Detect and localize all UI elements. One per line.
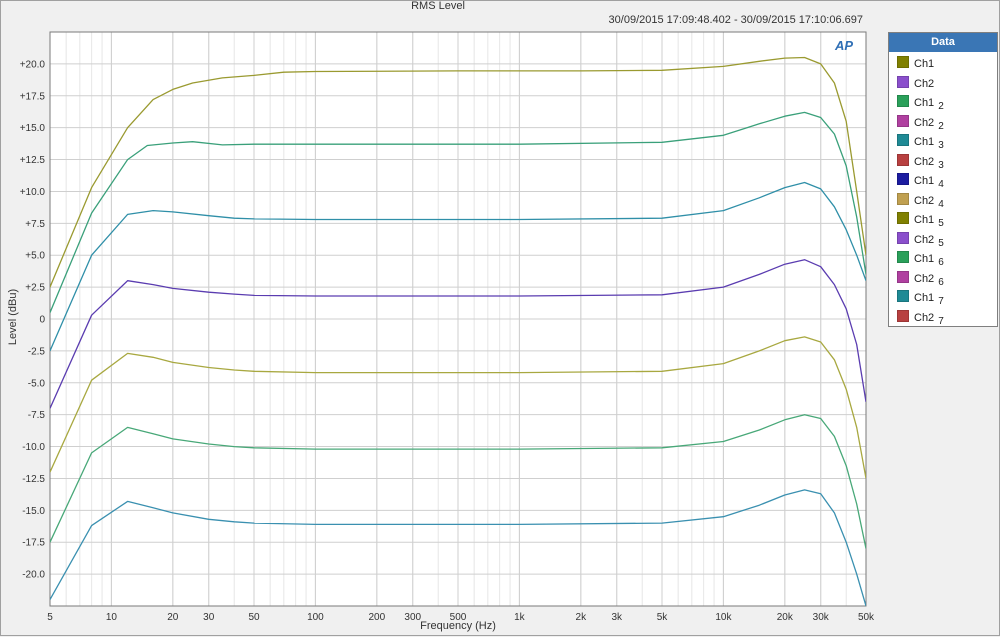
legend-swatch bbox=[897, 231, 909, 244]
legend-header[interactable]: Data bbox=[889, 33, 997, 52]
legend-item[interactable]: Ch2 3 bbox=[897, 153, 944, 171]
legend-item[interactable]: Ch2 7 bbox=[897, 309, 944, 327]
legend-label: Ch1 bbox=[914, 97, 935, 109]
legend-swatch bbox=[897, 290, 909, 302]
legend-label: Ch1 bbox=[914, 253, 935, 265]
legend-item[interactable]: Ch1 6 bbox=[897, 251, 944, 268]
legend-subscript: 6 bbox=[938, 276, 944, 288]
legend-label: Ch1 bbox=[914, 175, 935, 187]
legend-swatch bbox=[897, 270, 909, 283]
legend-label: Ch2 bbox=[914, 194, 935, 207]
legend-label: Ch1 bbox=[914, 214, 935, 226]
legend-subscript: 4 bbox=[938, 198, 944, 210]
y-tick-label: -7.5 bbox=[28, 410, 46, 421]
y-axis-label: Level (dBu) bbox=[7, 288, 19, 346]
y-tick-label: -12.5 bbox=[22, 474, 45, 485]
legend-swatch bbox=[897, 153, 909, 166]
ap-logo-icon: AP bbox=[835, 38, 854, 53]
legend-item[interactable]: Ch2 bbox=[897, 75, 935, 90]
legend-subscript: 7 bbox=[938, 296, 944, 307]
legend-swatch bbox=[897, 251, 909, 263]
legend-item[interactable]: Ch1 2 bbox=[897, 95, 944, 112]
legend-item[interactable]: Ch2 4 bbox=[897, 192, 944, 210]
legend-label: Ch2 bbox=[914, 233, 935, 246]
legend-label: Ch2 bbox=[914, 155, 935, 168]
legend-swatch bbox=[897, 134, 909, 146]
legend-subscript: 4 bbox=[938, 179, 944, 190]
legend-swatch bbox=[897, 75, 909, 88]
y-tick-label: +10.0 bbox=[20, 187, 46, 198]
legend-subscript: 2 bbox=[938, 120, 944, 132]
y-tick-label: +5.0 bbox=[25, 251, 45, 262]
legend-item[interactable]: Ch1 4 bbox=[897, 173, 944, 190]
legend-item[interactable]: Ch1 3 bbox=[897, 134, 944, 151]
y-tick-label: 0 bbox=[39, 315, 45, 326]
y-tick-label: -17.5 bbox=[22, 538, 45, 549]
legend-swatch bbox=[897, 114, 909, 127]
y-tick-label: +20.0 bbox=[20, 59, 46, 70]
legend-swatch bbox=[897, 56, 909, 68]
legend-label: Ch1 bbox=[914, 58, 935, 70]
y-tick-label: +15.0 bbox=[20, 123, 46, 134]
legend-item[interactable]: Ch2 2 bbox=[897, 114, 944, 132]
legend-item[interactable]: Ch1 5 bbox=[897, 212, 944, 229]
legend-label: Ch2 bbox=[914, 77, 935, 90]
legend-label: Ch1 bbox=[914, 136, 935, 148]
legend-swatch bbox=[897, 212, 909, 224]
legend-label: Ch2 bbox=[914, 116, 935, 129]
legend-label: Ch2 bbox=[914, 311, 935, 324]
y-tick-label: -10.0 bbox=[22, 442, 45, 453]
legend-label: Ch2 bbox=[914, 272, 935, 285]
plot-area[interactable]: +20.0 +17.5 +15.0 +12.5 +10.0 +7.5 +5.0 +2.5 0 -2… bbox=[1, 1, 1000, 637]
y-tick-label: -2.5 bbox=[28, 346, 46, 357]
y-tick-label: -15.0 bbox=[22, 506, 45, 517]
legend-swatch bbox=[897, 173, 909, 185]
legend-subscript: 7 bbox=[938, 315, 944, 327]
legend-item[interactable]: Ch1 7 bbox=[897, 290, 944, 307]
legend-label: Ch1 bbox=[914, 292, 935, 304]
y-tick-label: +17.5 bbox=[20, 91, 46, 102]
legend-subscript: 3 bbox=[938, 159, 944, 171]
legend-subscript: 6 bbox=[938, 257, 944, 268]
y-tick-label: -20.0 bbox=[22, 570, 45, 581]
legend-subscript: 2 bbox=[938, 101, 944, 112]
legend-item[interactable]: Ch1 bbox=[897, 56, 934, 70]
y-tick-label: -5.0 bbox=[28, 378, 46, 389]
legend-subscript: 5 bbox=[938, 237, 944, 249]
y-tick-label: +12.5 bbox=[20, 155, 46, 166]
y-tick-label: +2.5 bbox=[25, 283, 45, 294]
legend-subscript: 3 bbox=[938, 140, 944, 151]
y-tick-labels: +20.0 +17.5 +15.0 +12.5 +10.0 +7.5 +5.0 +2.5 0 -2… bbox=[20, 59, 46, 580]
legend-swatch bbox=[897, 309, 909, 322]
y-tick-label: +7.5 bbox=[25, 219, 45, 230]
x-axis-label: Frequency (Hz) bbox=[420, 620, 496, 632]
legend-swatch bbox=[897, 95, 909, 107]
chart-window: RMS Level 30/09/2015 17:09:48.402 - 30/0… bbox=[0, 0, 1000, 636]
legend-item[interactable]: Ch2 5 bbox=[897, 231, 944, 249]
legend-item[interactable]: Ch2 6 bbox=[897, 270, 944, 288]
legend-subscript: 5 bbox=[938, 218, 944, 229]
legend-panel[interactable]: Data Ch1 Ch2 Ch1 2 Ch2 2 Ch1 3 Ch2 3 Ch1 4 Ch2 4 Ch1 5 C… bbox=[888, 32, 998, 327]
legend-swatch bbox=[897, 192, 909, 205]
